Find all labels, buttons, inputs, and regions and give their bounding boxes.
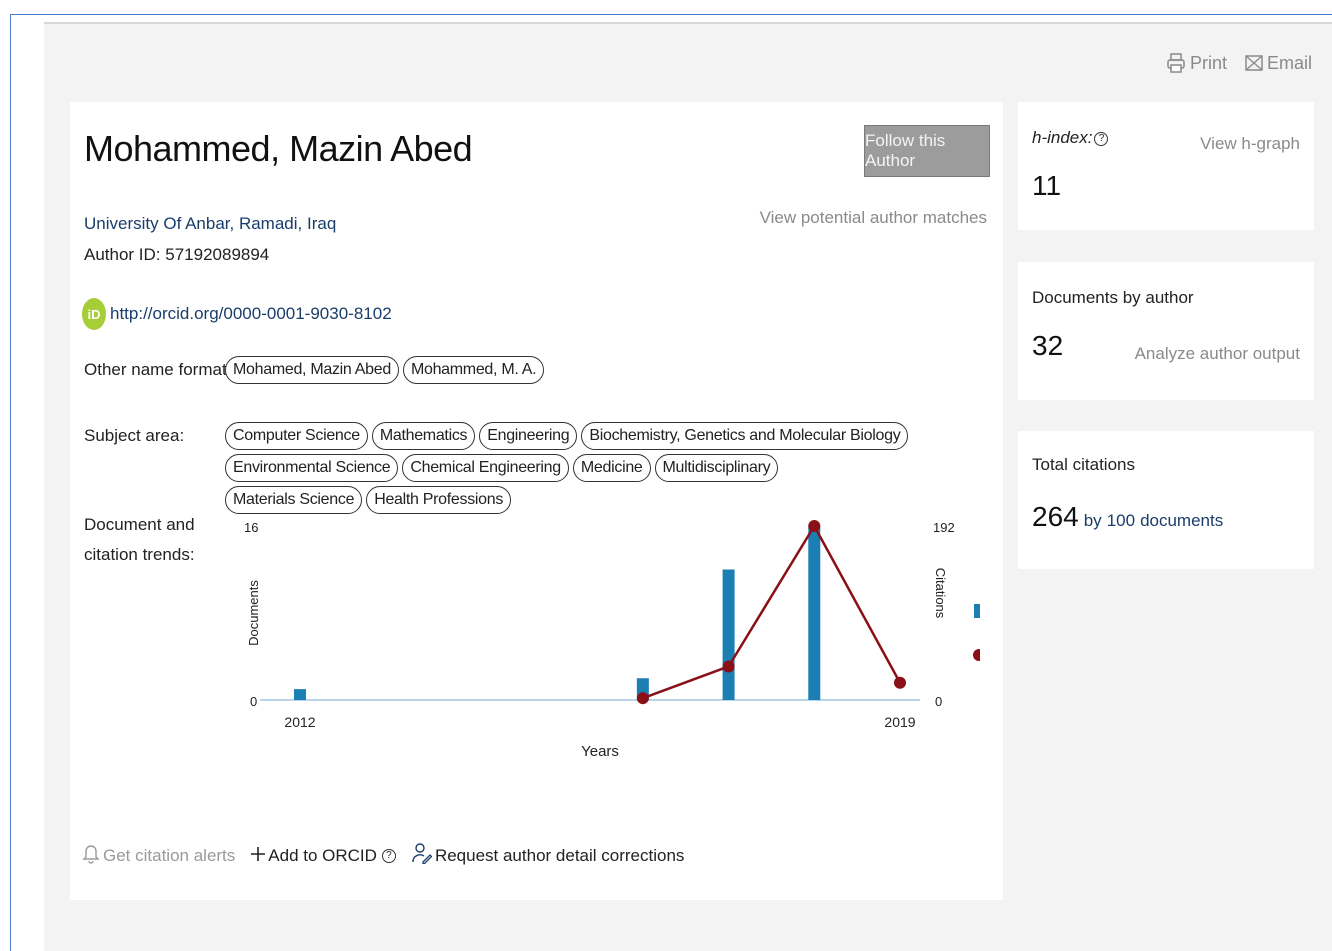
- printer-icon: [1166, 52, 1186, 74]
- citations-label: Total citations: [1032, 455, 1135, 474]
- citation-alerts-label: Get citation alerts: [103, 845, 236, 865]
- x-tick-label: 2019: [884, 714, 915, 730]
- email-label: Email: [1266, 52, 1312, 73]
- orcid-icon: iD: [82, 298, 106, 330]
- subject-area-list: Computer Science Mathematics Engineering…: [225, 422, 915, 514]
- citations-point: [894, 676, 906, 689]
- documents-bar: [294, 689, 306, 700]
- documents-label: Documents by author: [1032, 288, 1194, 307]
- window-border-top: [10, 14, 1332, 15]
- request-corrections-button[interactable]: Request author detail corrections: [412, 842, 684, 869]
- subject-chip[interactable]: Engineering: [479, 422, 578, 450]
- citations-line: [642, 523, 902, 700]
- subject-chip[interactable]: Computer Science: [225, 422, 368, 450]
- hindex-label: h-index:: [1032, 128, 1093, 147]
- citations-point: [636, 692, 649, 705]
- x-tick-label: 2012: [284, 714, 315, 730]
- subject-chip[interactable]: Biochemistry, Genetics and Molecular Bio…: [581, 422, 909, 450]
- subject-chip[interactable]: Medicine: [572, 454, 651, 482]
- legend-citations-swatch: [973, 649, 985, 661]
- page-toolbar: Print Email: [1166, 52, 1312, 74]
- envelope-icon: [1245, 55, 1263, 71]
- x-axis-title: Years: [581, 743, 619, 760]
- profile-actions: Get citation alerts Add to ORCID ? Reque…: [82, 842, 684, 869]
- citations-row: 264 by 100 documents: [1032, 501, 1223, 533]
- citations-point: [808, 520, 821, 532]
- print-label: Print: [1189, 52, 1227, 73]
- hindex-value: 11: [1032, 170, 1062, 201]
- legend-documents-swatch: [974, 604, 984, 618]
- author-affiliation[interactable]: University Of Anbar, Ramadi, Iraq: [84, 214, 336, 234]
- other-names-list: Mohamed, Mazin Abed Mohammed, M. A.: [225, 356, 545, 384]
- subject-chip[interactable]: Mathematics: [371, 422, 476, 450]
- y-right-axis-title: Citations: [933, 568, 948, 619]
- citations-docs-word: documents: [1140, 511, 1224, 530]
- print-button[interactable]: Print: [1166, 52, 1227, 74]
- subject-area-label: Subject area:: [84, 426, 185, 445]
- subject-chip[interactable]: Chemical Engineering: [402, 454, 569, 482]
- y-left-tick-label: 0: [250, 694, 257, 709]
- citation-alerts-button[interactable]: Get citation alerts: [82, 842, 235, 869]
- follow-author-button[interactable]: Follow this Author: [864, 125, 990, 177]
- subject-chip[interactable]: Multidisciplinary: [654, 454, 779, 482]
- y-left-axis-title: Documents: [246, 580, 261, 646]
- add-to-orcid-button[interactable]: Add to ORCID ?: [251, 846, 396, 866]
- orcid-link[interactable]: http://orcid.org/0000-0001-9030-8102: [110, 304, 392, 324]
- citations-value[interactable]: 264: [1032, 501, 1079, 533]
- add-to-orcid-label: Add to ORCID: [268, 845, 377, 865]
- other-names-label: Other name formats:: [84, 360, 240, 379]
- hindex-label-row: h-index:?: [1032, 128, 1109, 148]
- request-corrections-label: Request author detail corrections: [434, 845, 685, 865]
- orcid-row: iD http://orcid.org/0000-0001-9030-8102: [82, 298, 392, 330]
- documents-bar: [722, 569, 735, 700]
- bell-icon: [82, 842, 100, 869]
- window-border-left: [10, 14, 11, 951]
- page-top-divider: [44, 22, 1332, 24]
- trend-chart-svg: 016019220122019YearsDocumentsCitationsDo…: [244, 520, 1059, 760]
- y-left-tick-label: 16: [244, 520, 258, 535]
- author-name: Mohammed, Mazin Abed: [84, 128, 473, 169]
- documents-bar: [808, 526, 821, 700]
- document-citation-chart: 016019220122019YearsDocumentsCitationsDo…: [220, 502, 1059, 782]
- author-id: Author ID: 57192089894: [84, 245, 270, 264]
- view-hgraph-link[interactable]: View h-graph: [1200, 134, 1300, 154]
- author-profile-card: Mohammed, Mazin Abed Follow this Author …: [70, 102, 1059, 900]
- trends-label: Document and citation trends:: [84, 515, 195, 564]
- help-icon[interactable]: ?: [1094, 131, 1109, 146]
- potential-matches-link[interactable]: View potential author matches: [760, 208, 987, 228]
- documents-value[interactable]: 32: [1032, 330, 1063, 362]
- y-right-tick-label: 0: [935, 694, 942, 709]
- analyze-output-link[interactable]: Analyze author output: [1135, 344, 1300, 364]
- hindex-card: h-index:? View h-graph 11: [1018, 102, 1314, 230]
- citations-card: Total citations 264 by 100 documents: [1018, 431, 1314, 569]
- subject-chip[interactable]: Environmental Science: [225, 454, 399, 482]
- name-format-chip[interactable]: Mohammed, M. A.: [402, 356, 545, 384]
- user-edit-icon: [412, 842, 433, 869]
- citations-point: [722, 660, 735, 673]
- documents-card: Documents by author 32 Analyze author ou…: [1018, 262, 1314, 400]
- citations-by: by: [1083, 511, 1102, 530]
- citations-docs-count[interactable]: 100: [1107, 511, 1135, 531]
- email-button[interactable]: Email: [1245, 53, 1312, 74]
- y-right-tick-label: 192: [933, 520, 955, 535]
- name-format-chip[interactable]: Mohamed, Mazin Abed: [225, 356, 399, 384]
- help-icon[interactable]: ?: [381, 848, 396, 863]
- plus-icon: [251, 846, 266, 866]
